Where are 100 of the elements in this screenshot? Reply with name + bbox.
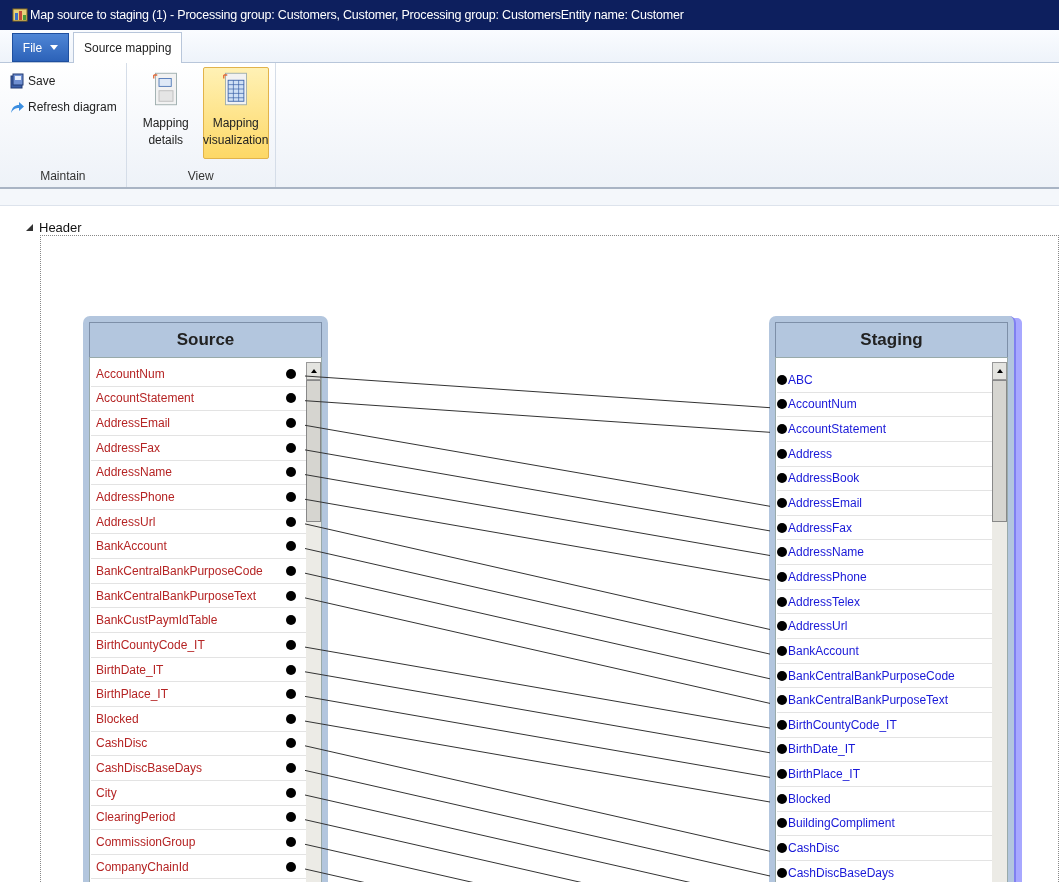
field-row[interactable]: AddressFax [91,435,306,461]
connector-dot[interactable] [286,713,296,724]
connector-dot[interactable] [286,639,296,650]
connector-dot[interactable] [777,867,787,878]
connector-dot[interactable] [286,812,296,823]
connector-dot[interactable] [777,571,787,582]
connector-dot[interactable] [777,374,787,385]
connector-dot[interactable] [286,541,296,552]
scrollbar[interactable] [306,362,321,882]
section-header[interactable]: Header [18,220,82,235]
field-row[interactable]: ABC [777,368,992,393]
ribbon-tab[interactable]: Source mapping [73,32,183,63]
connector-dot[interactable] [777,793,787,804]
field-row[interactable]: BirthCountyCode_IT [91,633,306,658]
field-row[interactable]: AddressPhone [91,485,306,510]
field-row[interactable]: AccountStatement [91,386,306,412]
connector-dot[interactable] [286,837,296,847]
connector-dot[interactable] [286,590,296,601]
field-row[interactable]: BankAccount [91,534,306,560]
scrollbar[interactable] [992,362,1007,882]
field-row[interactable]: ClearingPeriod [91,805,306,831]
field-row[interactable]: AddressTelex [777,589,992,615]
connector-dot[interactable] [777,645,787,656]
connector-dot[interactable] [777,769,787,780]
ribbon-button[interactable]: Mapping details [132,67,199,159]
connector-dot[interactable] [286,738,296,749]
field-row[interactable]: BuildingCompliment [777,811,992,837]
field-row[interactable]: BankCentralBankPurposeText [777,688,992,713]
field-row[interactable]: AddressEmail [91,411,306,436]
field-row[interactable]: AddressBook [777,466,992,492]
field-name: BirthDate_IT [95,662,165,677]
connector-dot[interactable] [777,473,787,484]
panel-title: Staging [775,322,1008,357]
connector-dot[interactable] [286,565,296,576]
field-row[interactable]: AccountNum [91,362,306,387]
connector-dot[interactable] [777,719,787,730]
scroll-thumb[interactable] [306,380,321,522]
connector-dot[interactable] [286,664,296,675]
ribbon-button[interactable]: Refresh diagram [6,97,120,117]
connector-dot[interactable] [286,418,296,429]
connector-dot[interactable] [286,368,296,379]
field-name: AddressName [787,545,865,560]
connector-dot[interactable] [286,516,296,527]
connector-dot[interactable] [777,547,787,558]
field-row[interactable]: Blocked [777,786,992,812]
connector-dot[interactable] [777,670,787,681]
field-row[interactable]: CompanyChainId [91,854,306,880]
scroll-thumb[interactable] [992,380,1007,522]
field-row[interactable]: CashDisc [91,731,306,757]
connector-dot[interactable] [777,818,787,829]
field-row[interactable]: AddressName [777,540,992,566]
field-row[interactable]: CashDisc [777,836,992,861]
field-row[interactable]: CashDiscBaseDays [91,756,306,781]
connector-dot[interactable] [777,399,787,410]
field-row[interactable]: AccountNum [777,392,992,418]
field-row[interactable]: AddressFax [777,515,992,541]
field-row[interactable]: AddressUrl [777,614,992,640]
connector-dot[interactable] [777,695,787,706]
connector-dot[interactable] [777,448,787,459]
field-row[interactable]: BirthDate_IT [91,657,306,683]
connector-dot[interactable] [286,467,296,478]
connector-dot[interactable] [777,744,787,755]
ribbon-button[interactable]: Save [6,71,120,91]
field-row[interactable]: CommissionGroup [91,830,306,855]
field-row[interactable]: BankCentralBankPurposeCode [91,559,306,584]
connector-dot[interactable] [286,787,296,798]
connector-dot[interactable] [777,596,787,607]
connector-dot[interactable] [777,843,787,853]
field-row[interactable]: BankCustPaymIdTable [91,608,306,634]
connector-dot[interactable] [286,442,296,453]
save-icon [9,73,25,89]
field-row[interactable]: AddressEmail [777,491,992,516]
field-row[interactable]: BankAccount [777,639,992,664]
field-row[interactable]: Blocked [91,706,306,732]
field-row[interactable]: BirthPlace_IT [91,682,306,707]
field-row[interactable]: BirthDate_IT [777,737,992,763]
field-row[interactable]: BirthCountyCode_IT [777,712,992,738]
field-row[interactable]: BankCentralBankPurposeText [91,583,306,609]
connector-dot[interactable] [777,498,787,508]
connector-dot[interactable] [777,522,787,533]
field-name: AddressPhone [95,490,176,504]
connector-dot[interactable] [286,393,296,404]
field-row[interactable]: AccountStatement [777,417,992,442]
field-row[interactable]: AddressPhone [777,565,992,590]
connector-dot[interactable] [286,492,296,502]
field-row[interactable]: Address [777,441,992,467]
field-row[interactable]: AddressName [91,460,306,486]
connector-dot[interactable] [777,621,787,632]
field-row[interactable]: AddressUrl [91,509,306,535]
connector-dot[interactable] [777,424,787,435]
connector-dot[interactable] [286,615,296,626]
connector-dot[interactable] [286,689,296,700]
file-menu-button[interactable]: File [12,33,69,62]
field-row[interactable]: BankCentralBankPurposeCode [777,663,992,689]
field-row[interactable]: City [91,780,306,806]
ribbon-button[interactable]: Mapping visualization [202,67,269,159]
connector-dot[interactable] [286,763,296,774]
connector-dot[interactable] [286,861,296,872]
scroll-up-button[interactable] [992,362,1007,380]
field-row[interactable]: BirthPlace_IT [777,762,992,787]
